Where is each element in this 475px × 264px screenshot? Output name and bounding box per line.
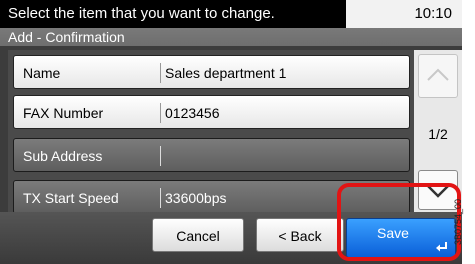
figure-code-text: 3B0754_00 [453,198,464,246]
row-value: Sales department 1 [165,65,287,81]
status-message: Select the item that you want to change. [0,0,346,28]
row-separator [160,188,161,208]
row-value: 0123456 [165,105,220,121]
save-highlight-frame [337,183,461,261]
row-separator [160,63,161,83]
clock: 10:10 [346,0,462,28]
back-button[interactable]: < Back [256,218,344,252]
scroll-up-button[interactable] [418,54,458,98]
chevron-up-icon [427,68,449,81]
row-name[interactable]: Name Sales department 1 [13,55,410,89]
row-label: TX Start Speed [23,190,119,206]
row-label: Sub Address [23,148,103,164]
row-separator [160,103,161,123]
row-separator [160,146,161,166]
row-label: FAX Number [23,105,104,121]
row-fax-number[interactable]: FAX Number 0123456 [13,95,410,129]
row-value: 33600bps [165,190,227,206]
row-sub-address[interactable]: Sub Address [13,138,410,172]
figure-code: 3B0754_00 [453,187,475,262]
header-bar: Select the item that you want to change.… [0,0,462,46]
screen-title: Add - Confirmation [8,29,125,45]
cancel-button[interactable]: Cancel [152,218,244,252]
page-indicator: 1/2 [428,126,448,142]
row-label: Name [23,65,61,81]
